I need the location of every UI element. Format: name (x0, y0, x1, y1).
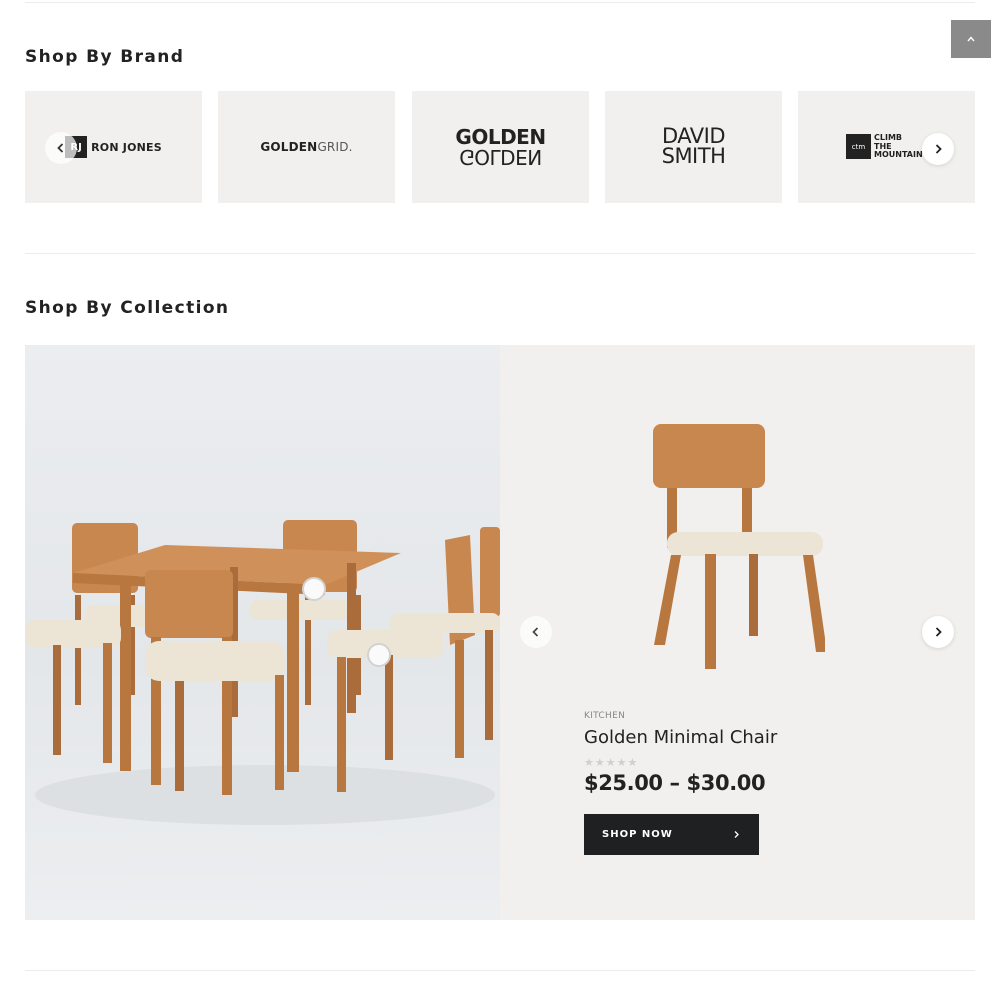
chevron-right-icon (734, 831, 739, 838)
ron-jones-logo: RJ RON JONES (65, 136, 162, 158)
section-divider (25, 253, 975, 254)
product-price: $25.00 – $30.00 (584, 771, 766, 795)
david-smith-line2: SMITH (661, 144, 726, 168)
golden-grid-logo: GOLDEN GRID. (260, 140, 352, 154)
product-hotspot-table[interactable] (302, 577, 326, 601)
golden-logo: GOLDEN GOLDEN (455, 127, 546, 169)
chevron-right-icon (935, 144, 942, 154)
chevron-left-icon (57, 143, 64, 153)
collection-next-button[interactable] (922, 616, 954, 648)
chevron-up-icon (967, 36, 975, 42)
dining-set-illustration (25, 520, 500, 825)
dining-set-image (25, 345, 500, 920)
david-smith-logo: DAVID SMITH (661, 126, 726, 168)
brand-card-golden-grid[interactable]: GOLDEN GRID. (218, 91, 395, 203)
brand-card-golden[interactable]: GOLDEN GOLDEN (412, 91, 589, 203)
golden-logo-mirrored: GOLDEN (459, 145, 542, 169)
brand-prev-button[interactable] (45, 132, 77, 164)
ron-jones-name: RON JONES (91, 140, 162, 154)
product-hotspot-chair[interactable] (367, 643, 391, 667)
shop-now-button[interactable]: SHOP NOW (584, 814, 759, 855)
climb-the-mountain-logo: ctm CLIMB THE MOUNTAIN (846, 134, 923, 160)
golden-minimal-chair-image (653, 424, 825, 669)
chevron-left-icon (532, 627, 539, 637)
ctm-wordmark: CLIMB THE MOUNTAIN (874, 134, 923, 160)
ctm-mark: ctm (846, 134, 871, 160)
product-category: KITCHEN (584, 711, 626, 721)
product-title[interactable]: Golden Minimal Chair (584, 727, 777, 748)
bottom-divider (25, 970, 975, 971)
back-to-top-button[interactable] (951, 20, 991, 58)
collection-prev-button[interactable] (520, 616, 552, 648)
chevron-right-icon (935, 627, 942, 637)
shop-now-label: SHOP NOW (602, 829, 673, 840)
golden-grid-light: GRID. (317, 140, 353, 154)
chair-left-edge (25, 620, 121, 763)
product-slide: KITCHEN Golden Minimal Chair ★★★★★ $25.0… (500, 345, 975, 920)
brand-next-button[interactable] (922, 133, 954, 165)
golden-grid-bold: GOLDEN (260, 140, 318, 154)
shop-by-brand-title: Shop By Brand (25, 47, 185, 67)
product-rating: ★★★★★ (584, 756, 639, 769)
brand-card-david-smith[interactable]: DAVID SMITH (605, 91, 782, 203)
shop-by-collection-title: Shop By Collection (25, 298, 230, 318)
ctm-line3: MOUNTAIN (874, 150, 923, 160)
top-divider (25, 2, 975, 3)
